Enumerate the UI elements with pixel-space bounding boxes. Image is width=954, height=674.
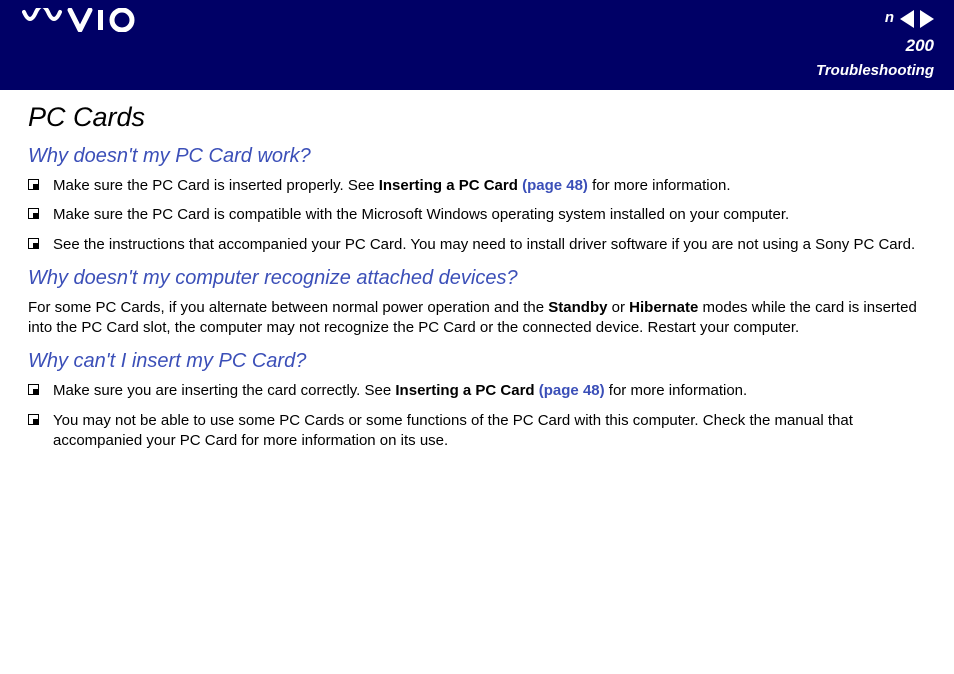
nav-arrows: n bbox=[883, 10, 934, 28]
content-area: PC Cards Why doesn't my PC Card work? Ma… bbox=[0, 90, 954, 451]
bullet-text: See the instructions that accompanied yo… bbox=[53, 235, 926, 255]
q1-heading: Why doesn't my PC Card work? bbox=[28, 145, 926, 168]
bullet-icon bbox=[28, 238, 39, 249]
bullet-text: Make sure the PC Card is inserted proper… bbox=[53, 176, 926, 196]
page-link[interactable]: (page 48) bbox=[539, 382, 605, 399]
bullet-icon bbox=[28, 384, 39, 395]
list-item: Make sure the PC Card is inserted proper… bbox=[28, 176, 926, 196]
bullet-icon bbox=[28, 208, 39, 219]
list-item: Make sure you are inserting the card cor… bbox=[28, 381, 926, 401]
q2-heading: Why doesn't my computer recognize attach… bbox=[28, 267, 926, 290]
list-item: Make sure the PC Card is compatible with… bbox=[28, 205, 926, 225]
n-label: n bbox=[885, 9, 894, 28]
header-bar: n 200 Troubleshooting bbox=[0, 0, 954, 90]
page-number: 200 bbox=[906, 36, 934, 56]
next-page-arrow[interactable] bbox=[920, 10, 934, 28]
list-item: See the instructions that accompanied yo… bbox=[28, 235, 926, 255]
page-title: PC Cards bbox=[28, 102, 926, 133]
bullet-text: You may not be able to use some PC Cards… bbox=[53, 411, 926, 452]
q3-list: Make sure you are inserting the card cor… bbox=[28, 381, 926, 451]
bullet-icon bbox=[28, 179, 39, 190]
bullet-text: Make sure you are inserting the card cor… bbox=[53, 381, 926, 401]
bullet-text: Make sure the PC Card is compatible with… bbox=[53, 205, 926, 225]
list-item: You may not be able to use some PC Cards… bbox=[28, 411, 926, 452]
q1-list: Make sure the PC Card is inserted proper… bbox=[28, 176, 926, 255]
vaio-logo bbox=[22, 8, 137, 37]
q3-heading: Why can't I insert my PC Card? bbox=[28, 350, 926, 373]
section-label: Troubleshooting bbox=[816, 62, 934, 79]
q2-paragraph: For some PC Cards, if you alternate betw… bbox=[28, 298, 926, 339]
prev-page-arrow[interactable] bbox=[900, 10, 914, 28]
bullet-icon bbox=[28, 414, 39, 425]
page-link[interactable]: (page 48) bbox=[522, 177, 588, 194]
